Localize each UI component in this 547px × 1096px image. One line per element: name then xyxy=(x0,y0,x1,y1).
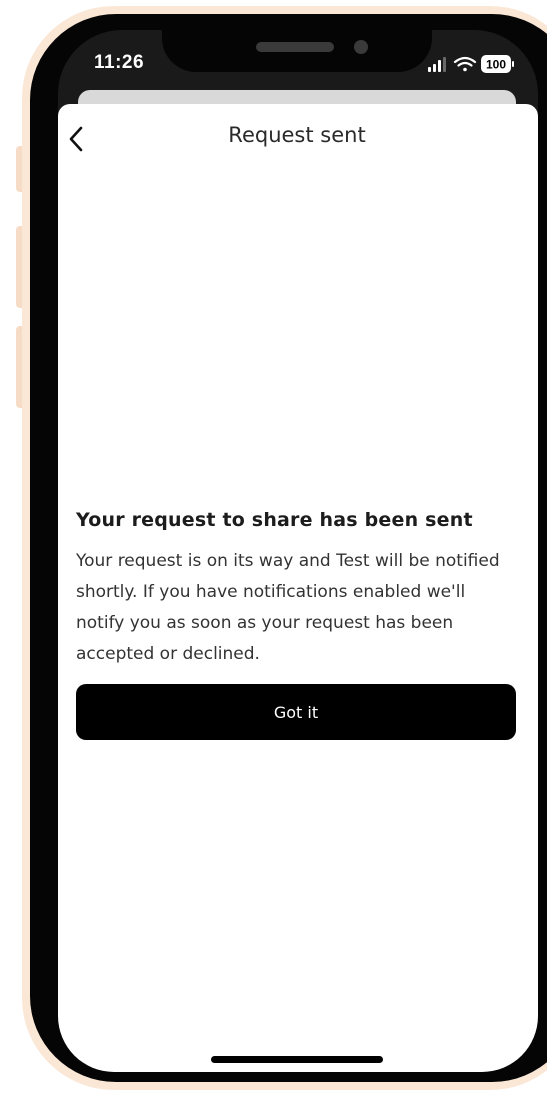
signal-icon xyxy=(428,57,446,72)
confirmation-heading: Your request to share has been sent xyxy=(76,509,473,531)
front-camera xyxy=(354,40,368,54)
page-title: Request sent xyxy=(228,123,366,147)
confirmation-message: Your request is on its way and Test will… xyxy=(76,551,500,664)
device-frame: 11:26 100 Request sent Your request to s… xyxy=(0,0,547,1096)
home-indicator xyxy=(211,1056,383,1063)
battery-icon: 100 xyxy=(481,55,514,73)
battery-level: 100 xyxy=(486,58,506,72)
status-time: 11:26 xyxy=(94,52,145,73)
got-it-button[interactable]: Got it xyxy=(76,684,516,740)
status-icons: 100 xyxy=(428,55,514,73)
wifi-icon xyxy=(453,56,477,72)
earpiece-speaker xyxy=(256,42,334,52)
